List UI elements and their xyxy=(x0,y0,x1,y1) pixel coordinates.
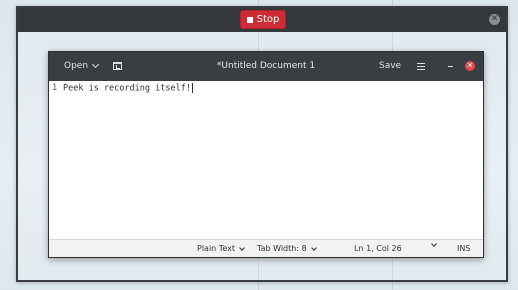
tab-width-label: Tab Width: 8 xyxy=(257,244,307,253)
chevron-down-icon xyxy=(431,241,437,247)
cursor-position-dropdown[interactable] xyxy=(429,241,437,247)
minimize-button[interactable] xyxy=(448,59,453,73)
hamburger-menu-button[interactable] xyxy=(417,59,425,73)
peek-headerbar: Stop ✕ xyxy=(18,8,506,32)
cursor-position-selector[interactable]: Ln 1, Col 26 xyxy=(354,244,402,253)
save-button[interactable]: Save xyxy=(379,59,401,73)
status-bar: Plain Text Tab Width: 8 Ln 1, Col 26 INS xyxy=(49,239,483,257)
text-editor-window: Open *Untitled Document 1 Save ✕ 1 Peek … xyxy=(48,51,484,258)
language-selector[interactable]: Plain Text xyxy=(197,244,245,253)
text-cursor xyxy=(191,83,193,93)
text-line[interactable]: Peek is recording itself! xyxy=(63,83,193,94)
text-editing-area[interactable]: 1 Peek is recording itself! xyxy=(49,81,483,240)
line-number: 1 xyxy=(52,83,58,93)
stop-button-label: Stop xyxy=(256,14,280,25)
language-label: Plain Text xyxy=(197,244,235,253)
close-window-button[interactable]: ✕ xyxy=(465,61,475,71)
hamburger-menu-icon xyxy=(417,62,425,64)
line-text: Peek is recording itself! xyxy=(63,83,191,94)
stop-recording-button[interactable]: Stop xyxy=(240,10,286,29)
insert-mode-indicator[interactable]: INS xyxy=(457,244,470,253)
stop-icon xyxy=(246,16,253,23)
chevron-down-icon xyxy=(310,244,317,251)
chevron-down-icon xyxy=(239,244,245,251)
editor-headerbar: Open *Untitled Document 1 Save ✕ xyxy=(49,52,483,81)
cursor-position-label: Ln 1, Col 26 xyxy=(354,244,402,253)
hamburger-menu-icon xyxy=(417,68,425,70)
hamburger-menu-icon xyxy=(417,65,425,67)
peek-close-icon[interactable]: ✕ xyxy=(489,14,500,25)
minimize-icon xyxy=(448,65,453,67)
tab-width-selector[interactable]: Tab Width: 8 xyxy=(257,244,317,253)
